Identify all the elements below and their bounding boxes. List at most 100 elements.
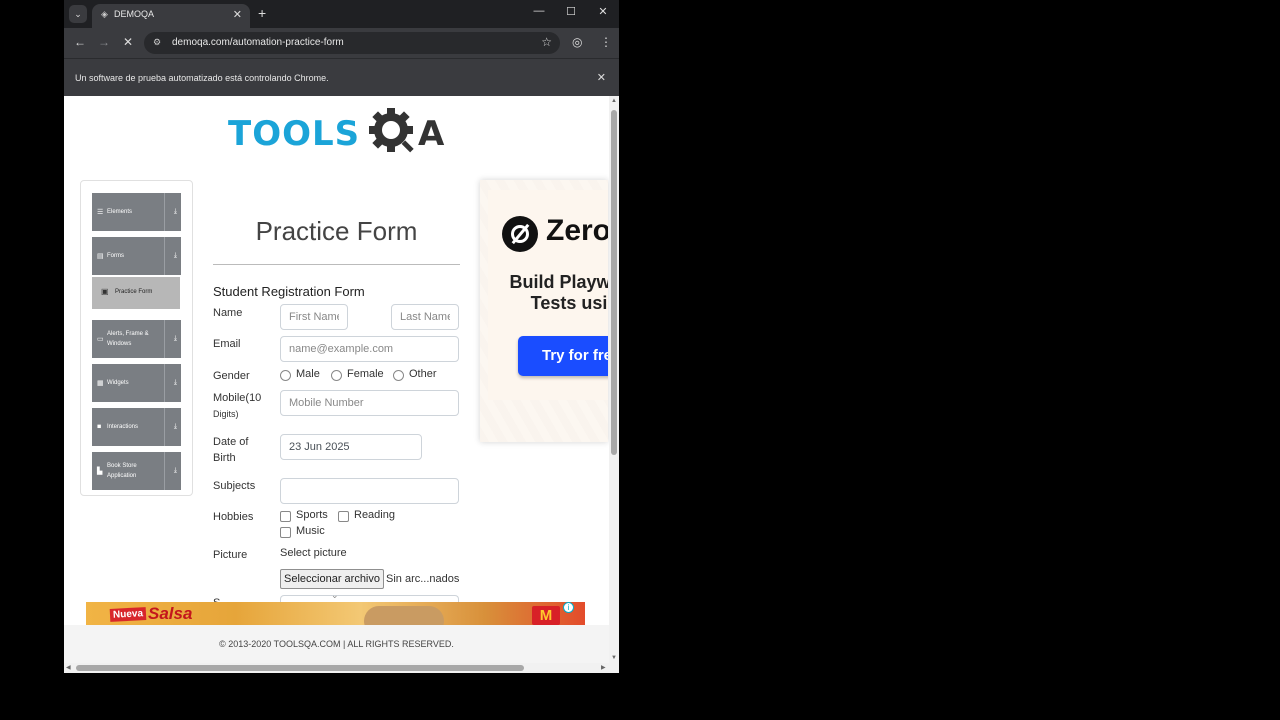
- ad-product: Salsa: [148, 604, 193, 623]
- mobile-label: Mobile(10 Digits): [213, 390, 263, 422]
- sidebar-item-practice-form[interactable]: ▣ Practice Form: [92, 277, 180, 309]
- choose-file-button[interactable]: Seleccionar archivo: [280, 569, 384, 589]
- hobby-reading-label[interactable]: Reading: [354, 509, 395, 521]
- form-icon: ▤: [97, 253, 104, 260]
- zerostep-logo-icon: [502, 216, 538, 252]
- dob-label: Date of Birth: [213, 434, 248, 466]
- dob-input[interactable]: [280, 434, 422, 460]
- logo-text-tools: TOOLS: [228, 114, 361, 154]
- profile-icon[interactable]: ◎: [572, 35, 582, 49]
- expand-icon[interactable]: ⤓: [174, 208, 177, 216]
- sidebar-group-label: Alerts, Frame & Windows: [107, 331, 149, 347]
- gear-q-icon: [369, 108, 414, 153]
- hobby-music-label[interactable]: Music: [296, 525, 325, 537]
- vertical-scrollbar[interactable]: ▲ ▼: [609, 96, 619, 663]
- html5-icon: ▣: [101, 287, 109, 296]
- forward-button[interactable]: →: [96, 35, 112, 49]
- toolsqa-logo[interactable]: TOOLS A: [228, 104, 450, 160]
- mobile-input[interactable]: [280, 390, 459, 416]
- hobby-sports-checkbox[interactable]: [280, 511, 291, 522]
- food-image: [364, 606, 444, 625]
- scroll-up-icon[interactable]: ▲: [611, 98, 617, 104]
- automation-infobar: Un software de prueba automatizado está …: [64, 58, 619, 96]
- hobbies-label: Hobbies: [213, 511, 254, 523]
- hobby-sports-label[interactable]: Sports: [296, 509, 328, 521]
- new-tab-button[interactable]: +: [258, 5, 266, 21]
- sidebar-group-elements[interactable]: ☰ Elements ⤓: [92, 193, 181, 231]
- scroll-left-icon[interactable]: ◀: [66, 664, 71, 671]
- tab-close-icon[interactable]: ✕: [233, 8, 242, 21]
- sidebar-group-label: Elements: [107, 209, 133, 215]
- tab-search-button[interactable]: ⌄: [69, 5, 87, 23]
- sidebar-group-bookstore[interactable]: ▙ Book Store Application ⤓: [92, 452, 181, 490]
- sidebar-item-label: Practice Form: [115, 289, 153, 295]
- browser-menu-icon[interactable]: ⋮: [600, 35, 612, 49]
- expand-icon[interactable]: ⤓: [174, 335, 177, 343]
- browser-toolbar: ← → ✕ ⚙ demoqa.com/automation-practice-f…: [64, 28, 619, 58]
- gender-female-radio[interactable]: [331, 370, 342, 381]
- ad-cta-button[interactable]: Try for free: [518, 336, 608, 376]
- page-viewport: TOOLS A ☰ Elements ⤓ ▤ Forms ⤓ ▣ Practic…: [64, 96, 609, 663]
- gender-male-label[interactable]: Male: [296, 368, 320, 380]
- infobar-close-icon[interactable]: ✕: [597, 71, 606, 84]
- gender-male-radio[interactable]: [280, 370, 291, 381]
- dob-label-line1: Date of: [213, 436, 249, 448]
- gender-female-label[interactable]: Female: [347, 368, 384, 380]
- tab-title: DEMOQA: [114, 9, 155, 19]
- gender-label: Gender: [213, 370, 250, 382]
- browser-window: ⌄ ◈ DEMOQA ✕ + — ☐ ✕ ← → ✕ ⚙ demoqa.com/…: [64, 0, 619, 673]
- address-bar[interactable]: ⚙ demoqa.com/automation-practice-form ☆: [144, 32, 560, 54]
- first-name-input[interactable]: [280, 304, 348, 330]
- banner-ad[interactable]: Nueva Salsa M i: [86, 602, 585, 625]
- ad-headline-line1: Build Playwright: [509, 272, 608, 292]
- subjects-label: Subjects: [213, 480, 256, 492]
- hobby-music-checkbox[interactable]: [280, 527, 291, 538]
- email-input[interactable]: [280, 336, 459, 362]
- minimize-button[interactable]: —: [531, 5, 547, 17]
- horizontal-scrollbar[interactable]: ◀ ▶: [64, 663, 619, 673]
- window-close-button[interactable]: ✕: [595, 5, 611, 18]
- stop-loading-button[interactable]: ✕: [120, 35, 136, 49]
- email-label: Email: [213, 338, 241, 350]
- url-text[interactable]: demoqa.com/automation-practice-form: [172, 37, 344, 48]
- site-info-icon[interactable]: ⚙: [153, 37, 161, 48]
- ad-info-icon[interactable]: i: [563, 602, 574, 613]
- name-label: Name: [213, 307, 243, 319]
- back-button[interactable]: ←: [72, 35, 88, 49]
- chevron-down-icon[interactable]: ⌄: [331, 590, 339, 601]
- expand-icon[interactable]: ⤓: [174, 252, 177, 260]
- mobile-label-line1: Mobile(10: [213, 392, 262, 404]
- infobar-text: Un software de prueba automatizado está …: [75, 73, 329, 83]
- bookmark-star-icon[interactable]: ☆: [541, 35, 552, 49]
- ad-brand: Zero: [546, 214, 608, 247]
- scroll-down-icon[interactable]: ▼: [611, 655, 617, 661]
- sidebar-group-alerts[interactable]: ▭ Alerts, Frame & Windows ⤓: [92, 320, 181, 358]
- subjects-input[interactable]: [280, 478, 459, 504]
- expand-icon[interactable]: ⤓: [174, 467, 177, 475]
- page-footer: © 2013-2020 TOOLSQA.COM | ALL RIGHTS RES…: [64, 625, 609, 663]
- sidebar-group-interactions[interactable]: ■ Interactions ⤓: [92, 408, 181, 446]
- favicon-icon: ◈: [101, 9, 108, 19]
- scrollbar-thumb[interactable]: [611, 110, 617, 455]
- mobile-label-line2: Digits): [213, 409, 239, 419]
- gender-other-label[interactable]: Other: [409, 368, 437, 380]
- gender-other-radio[interactable]: [393, 370, 404, 381]
- last-name-input[interactable]: [391, 304, 459, 330]
- mcdonalds-logo-icon: M: [532, 606, 560, 625]
- hobby-reading-checkbox[interactable]: [338, 511, 349, 522]
- sidebar: ☰ Elements ⤓ ▤ Forms ⤓ ▣ Practice Form ▭…: [80, 180, 193, 496]
- page-title: Practice Form: [255, 216, 418, 246]
- sidebar-group-widgets[interactable]: ▦ Widgets ⤓: [92, 364, 181, 402]
- sidebar-group-label: Book Store Application: [107, 463, 137, 479]
- expand-icon[interactable]: ⤓: [174, 379, 177, 387]
- footer-copyright: © 2013-2020 TOOLSQA.COM | ALL RIGHTS RES…: [219, 639, 454, 649]
- logo-text-a: A: [418, 114, 446, 154]
- form-subtitle: Student Registration Form: [213, 284, 365, 299]
- expand-icon[interactable]: ⤓: [174, 423, 177, 431]
- sidebar-ad[interactable]: Zero Build Playwright Tests using Try fo…: [480, 180, 608, 442]
- sidebar-group-forms[interactable]: ▤ Forms ⤓: [92, 237, 181, 275]
- browser-tab[interactable]: ◈ DEMOQA ✕: [92, 4, 250, 28]
- scrollbar-thumb[interactable]: [76, 665, 524, 671]
- maximize-button[interactable]: ☐: [563, 5, 579, 18]
- scroll-right-icon[interactable]: ▶: [601, 664, 606, 671]
